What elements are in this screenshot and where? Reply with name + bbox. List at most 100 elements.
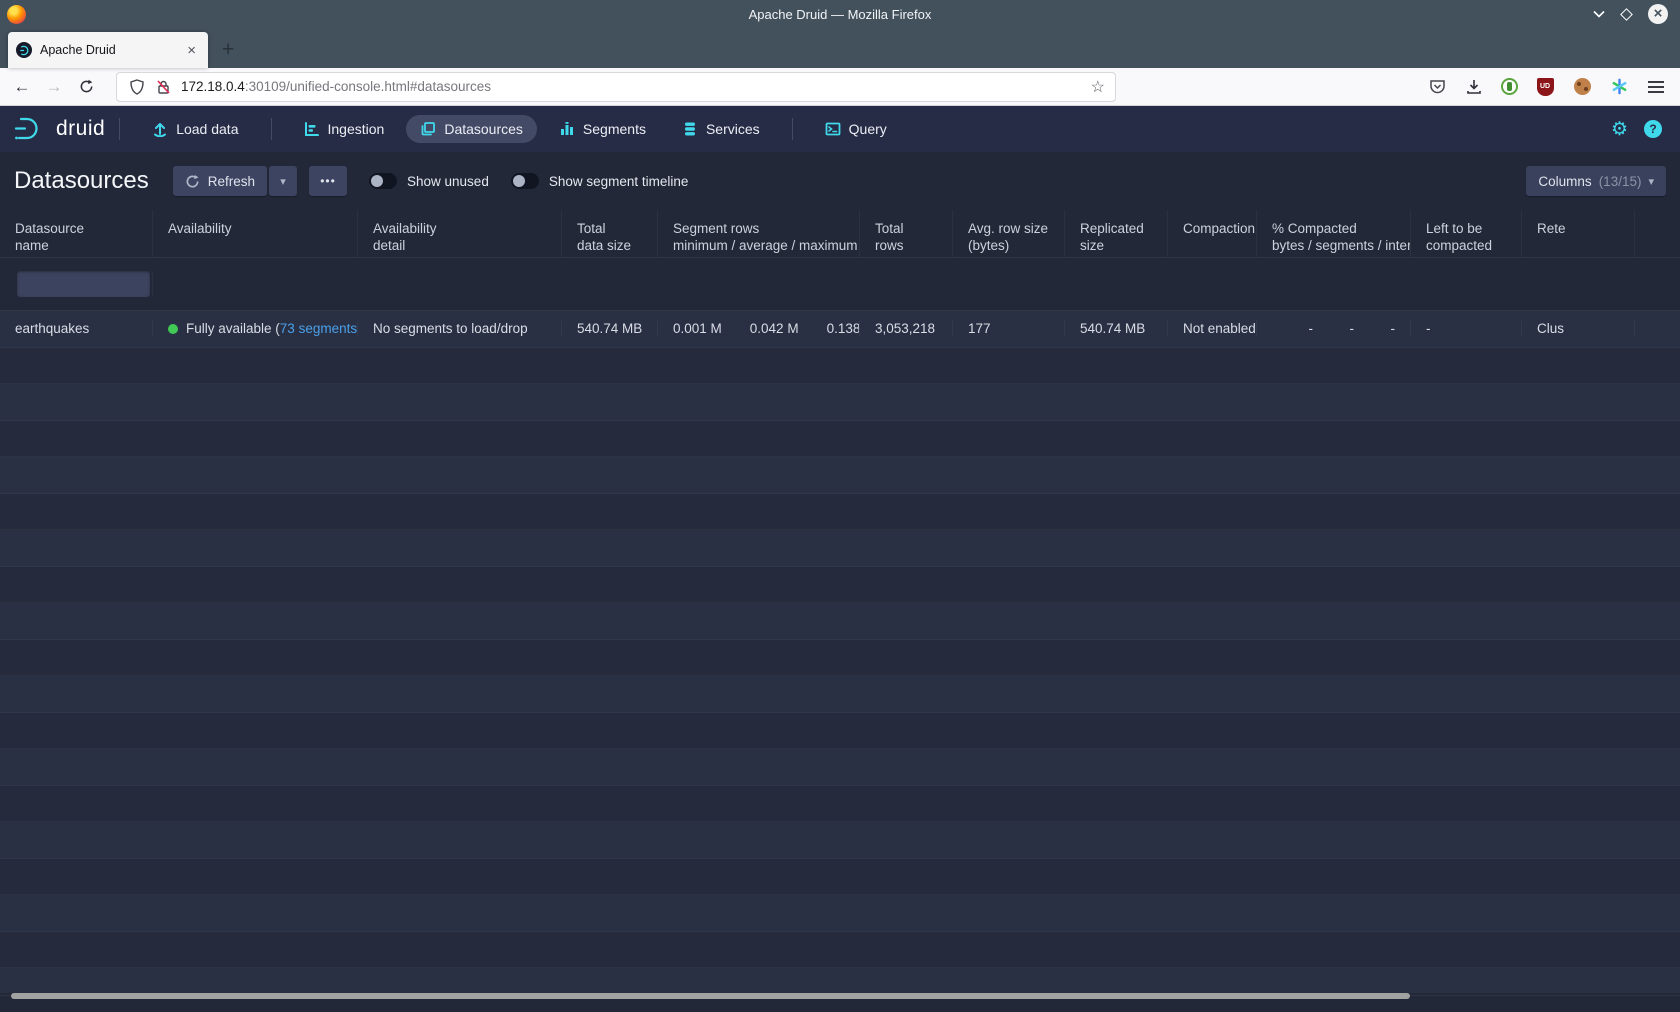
refresh-icon: [185, 174, 200, 189]
table-row-empty: [0, 968, 1680, 993]
firefox-window: Apache Druid — Mozilla Firefox × Apache …: [0, 0, 1680, 1012]
datasources-page: Datasources Refresh ▾ ••• Show unused Sh…: [0, 152, 1680, 1012]
col-header-left-to-be-compacted[interactable]: Left to becompacted: [1411, 210, 1522, 257]
table-body: earthquakes Fully available (73 segments…: [0, 311, 1680, 993]
show-segment-timeline-toggle[interactable]: [511, 173, 539, 189]
col-header-segment-rows[interactable]: Segment rowsminimum / average / maximum: [658, 210, 860, 257]
table-row-empty: [0, 384, 1680, 421]
url-bar[interactable]: 172.18.0.4:30109/unified-console.html#da…: [116, 72, 1116, 102]
cookie-extension-icon[interactable]: [1572, 77, 1592, 97]
segments-link[interactable]: 73 segments: [280, 321, 357, 336]
columns-button[interactable]: Columns (13/15) ▾: [1526, 166, 1666, 196]
col-header-avg-row-size[interactable]: Avg. row size(bytes): [953, 210, 1065, 257]
nav-item-query[interactable]: Query: [811, 115, 901, 143]
extension-green-icon[interactable]: [1501, 78, 1518, 95]
show-timeline-toggle-group: Show segment timeline: [511, 173, 689, 189]
cell-retention: Clus: [1522, 321, 1635, 336]
caret-down-icon: ▾: [1648, 175, 1654, 188]
settings-gear-icon[interactable]: ⚙: [1611, 120, 1628, 139]
segments-icon: [559, 121, 575, 137]
show-unused-toggle[interactable]: [369, 173, 397, 189]
forward-button: →: [38, 77, 70, 97]
page-title: Datasources: [14, 167, 149, 195]
asterisk-extension-icon[interactable]: [1609, 77, 1629, 97]
nav-item-label: Segments: [583, 121, 646, 137]
tracking-shield-icon[interactable]: [127, 77, 147, 97]
col-header-retention[interactable]: Rete: [1522, 210, 1635, 257]
cell-availability: Fully available (73 segments): [153, 321, 358, 336]
col-header-compaction[interactable]: Compaction: [1168, 210, 1257, 257]
ublock-extension-icon[interactable]: UD: [1535, 77, 1555, 97]
refresh-dropdown-button[interactable]: ▾: [269, 166, 297, 196]
hamburger-menu-icon[interactable]: [1646, 77, 1666, 97]
nav-item-segments[interactable]: Segments: [545, 115, 660, 143]
nav-item-services[interactable]: Services: [668, 115, 774, 143]
bookmark-star-icon[interactable]: ☆: [1091, 77, 1105, 97]
browser-toolbar: ← → 172.18.0.4:30109/unified-console.htm…: [0, 68, 1680, 106]
table-row-empty: [0, 640, 1680, 677]
datasource-name-filter-input[interactable]: [17, 271, 150, 297]
col-header-availability[interactable]: Availability: [153, 210, 358, 257]
downloads-icon[interactable]: [1464, 77, 1484, 97]
col-header-total-data-size[interactable]: Totaldata size: [562, 210, 658, 257]
druid-nav-bar: druid Load data Ingestion Datasources Se…: [0, 106, 1680, 152]
query-icon: [825, 121, 841, 137]
availability-text: Fully available (73 segments): [186, 321, 358, 336]
services-icon: [682, 121, 698, 137]
columns-count: (13/15): [1599, 174, 1642, 189]
nav-item-load-data[interactable]: Load data: [138, 115, 252, 143]
druid-brand-text: druid: [56, 117, 105, 141]
more-actions-button[interactable]: •••: [309, 166, 347, 196]
window-close-icon[interactable]: ×: [1648, 4, 1668, 24]
cell-segment-rows: 0.001 M0.042 M0.138 M: [658, 321, 860, 336]
show-timeline-label: Show segment timeline: [549, 174, 689, 189]
help-icon[interactable]: ?: [1644, 120, 1662, 138]
datasources-table: Datasourcename Availability Availability…: [0, 210, 1680, 993]
nav-item-ingestion[interactable]: Ingestion: [290, 115, 399, 143]
table-row-empty: [0, 603, 1680, 640]
browser-tab[interactable]: Apache Druid ×: [8, 32, 208, 68]
druid-brand[interactable]: druid: [12, 115, 105, 143]
back-button[interactable]: ←: [6, 77, 38, 97]
cell-replicated-size: 540.74 MB: [1065, 321, 1168, 336]
col-header-replicated-size[interactable]: Replicatedsize: [1065, 210, 1168, 257]
cell-datasource-name[interactable]: earthquakes: [0, 321, 153, 336]
table-row-empty: [0, 567, 1680, 604]
reload-button[interactable]: [70, 79, 102, 94]
pocket-icon[interactable]: [1427, 77, 1447, 97]
tab-close-icon[interactable]: ×: [183, 42, 200, 59]
druid-favicon-icon: [16, 42, 32, 58]
table-row-empty: [0, 421, 1680, 458]
cell-left-to-be-compacted: -: [1411, 321, 1522, 336]
columns-label: Columns: [1538, 174, 1591, 189]
table-filter-row: [0, 258, 1680, 311]
window-minimize-icon[interactable]: [1593, 10, 1605, 18]
tab-title: Apache Druid: [40, 43, 183, 57]
insecure-lock-icon[interactable]: [153, 77, 173, 97]
col-header-percent-compacted[interactable]: % Compactedbytes / segments / intervals: [1257, 210, 1411, 257]
datasources-icon: [420, 121, 436, 137]
cell-total-rows: 3,053,218: [860, 321, 953, 336]
horizontal-scrollbar: [0, 993, 1680, 1012]
available-status-icon: [168, 324, 178, 334]
table-row-empty: [0, 457, 1680, 494]
horizontal-scrollbar-thumb[interactable]: [11, 993, 1410, 999]
nav-item-label: Ingestion: [328, 121, 385, 137]
new-tab-button[interactable]: +: [208, 38, 248, 68]
show-unused-toggle-group: Show unused: [369, 173, 489, 189]
nav-item-label: Services: [706, 121, 760, 137]
table-row-empty: [0, 494, 1680, 531]
window-maximize-icon[interactable]: [1620, 8, 1633, 21]
col-header-availability-detail[interactable]: Availabilitydetail: [358, 210, 562, 257]
show-unused-label: Show unused: [407, 174, 489, 189]
col-header-datasource-name[interactable]: Datasourcename: [0, 210, 153, 257]
page-header: Datasources Refresh ▾ ••• Show unused Sh…: [0, 152, 1680, 210]
load-data-icon: [152, 121, 168, 137]
col-header-spacer: [1635, 210, 1680, 257]
refresh-label: Refresh: [208, 174, 255, 189]
datasource-row-earthquakes[interactable]: earthquakes Fully available (73 segments…: [0, 311, 1680, 348]
nav-item-datasources[interactable]: Datasources: [406, 115, 537, 143]
refresh-button[interactable]: Refresh: [173, 166, 267, 196]
table-row-empty: [0, 932, 1680, 969]
col-header-total-rows[interactable]: Totalrows: [860, 210, 953, 257]
